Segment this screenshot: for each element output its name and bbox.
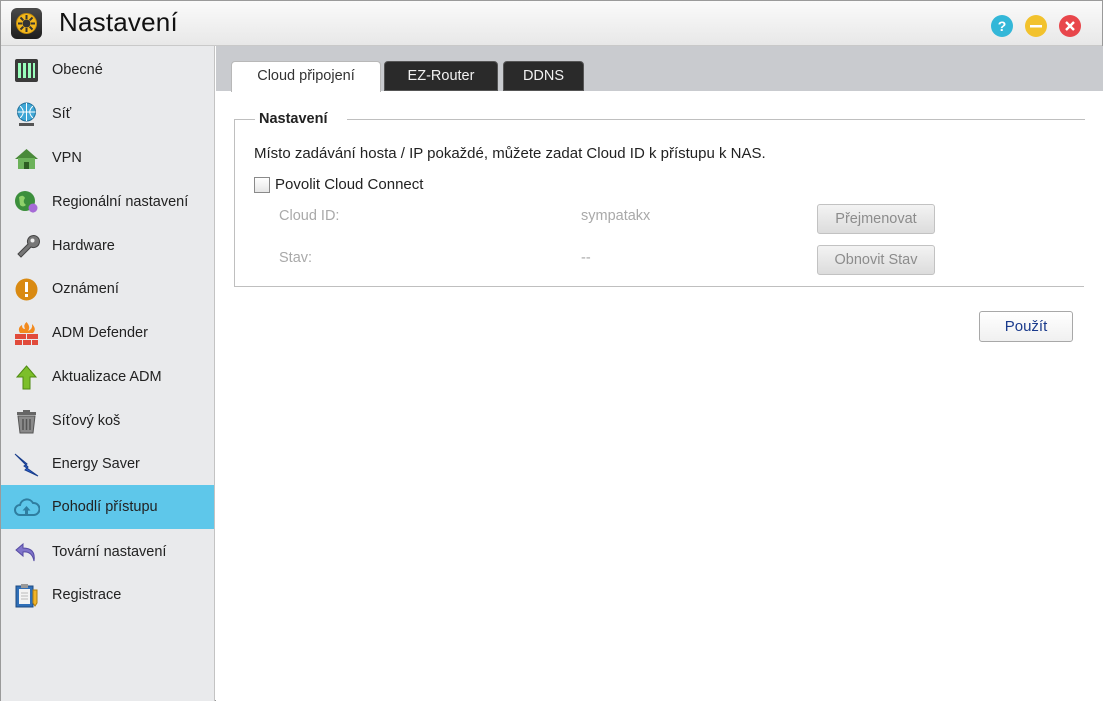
undo-arrow-icon xyxy=(13,539,40,566)
sidebar-item-label: Registrace xyxy=(52,587,122,603)
vpn-house-icon xyxy=(13,145,40,172)
sidebar-item-vpn[interactable]: VPN xyxy=(1,136,214,180)
cloud-upload-icon xyxy=(13,494,41,521)
fieldset-border xyxy=(235,119,255,120)
sidebar-item-label: Síťový koš xyxy=(52,413,121,429)
content-panel: Cloud připojení EZ-Router DDNS Nastavení… xyxy=(216,46,1103,701)
sidebar-item-label: Regionální nastavení xyxy=(52,194,189,210)
notification-exclamation-icon xyxy=(13,276,40,303)
sidebar-item-recycle-bin[interactable]: Síťový koš xyxy=(1,399,214,443)
fieldset-border xyxy=(347,119,1085,120)
settings-gear-icon xyxy=(11,8,42,39)
sidebar-item-general[interactable]: Obecné xyxy=(1,48,214,92)
update-arrow-icon xyxy=(13,364,40,391)
rename-button[interactable]: Přejmenovat xyxy=(817,204,935,234)
sidebar-item-label: Pohodlí přístupu xyxy=(52,499,158,515)
sidebar-item-label: Tovární nastavení xyxy=(52,544,167,560)
title-bar: Nastavení ? xyxy=(1,1,1102,46)
help-icon[interactable]: ? xyxy=(991,15,1013,37)
regional-globe-icon xyxy=(13,189,40,216)
sidebar-item-label: VPN xyxy=(52,150,82,166)
cloud-id-label: Cloud ID: xyxy=(279,208,340,224)
sidebar-item-notification[interactable]: Oznámení xyxy=(1,267,214,311)
firewall-icon xyxy=(13,320,40,347)
settings-window: Nastavení ? Obecné Síť VPN Regionální na… xyxy=(0,0,1103,701)
sidebar-item-access-convenience[interactable]: Pohodlí přístupu xyxy=(1,485,214,529)
recycle-bin-icon xyxy=(13,408,40,435)
sidebar-item-adm-defender[interactable]: ADM Defender xyxy=(1,311,214,355)
sidebar-item-label: Aktualizace ADM xyxy=(52,369,162,385)
sidebar-item-registration[interactable]: Registrace xyxy=(1,573,214,617)
sidebar-item-label: ADM Defender xyxy=(52,325,148,341)
clipboard-icon xyxy=(13,582,40,609)
sidebar-item-label: Obecné xyxy=(52,62,103,78)
close-icon[interactable] xyxy=(1059,15,1081,37)
apply-button[interactable]: Použít xyxy=(979,311,1073,342)
window-title: Nastavení xyxy=(59,7,178,37)
enable-cloud-connect-checkbox[interactable] xyxy=(254,177,270,193)
sidebar-item-label: Energy Saver xyxy=(52,456,140,472)
tab-strip: Cloud připojení EZ-Router DDNS xyxy=(216,46,1103,92)
tab-ez-router[interactable]: EZ-Router xyxy=(384,61,498,91)
sidebar-item-hardware[interactable]: Hardware xyxy=(1,224,214,268)
sidebar-item-regional[interactable]: Regionální nastavení xyxy=(1,180,214,224)
tab-ddns[interactable]: DDNS xyxy=(503,61,584,91)
status-value: -- xyxy=(581,250,591,266)
tab-cloud-connection[interactable]: Cloud připojení xyxy=(231,61,381,92)
sidebar-item-factory-reset[interactable]: Tovární nastavení xyxy=(1,530,214,574)
hardware-wrench-icon xyxy=(13,233,40,260)
minimize-icon[interactable] xyxy=(1025,15,1047,37)
sidebar: Obecné Síť VPN Regionální nastavení Hard… xyxy=(1,46,215,701)
fieldset-legend: Nastavení xyxy=(259,111,328,127)
sidebar-item-label: Oznámení xyxy=(52,281,119,297)
enable-cloud-connect-label[interactable]: Povolit Cloud Connect xyxy=(275,176,423,193)
description-text: Místo zadávání hosta / IP pokaždé, můžet… xyxy=(254,145,766,162)
sidebar-item-label: Síť xyxy=(52,106,72,122)
network-globe-icon xyxy=(13,101,40,128)
sidebar-item-label: Hardware xyxy=(52,238,115,254)
sidebar-item-network[interactable]: Síť xyxy=(1,92,214,136)
svg-text:?: ? xyxy=(998,18,1007,34)
cloud-id-value: sympatakx xyxy=(581,208,651,224)
energy-bolt-icon xyxy=(13,451,40,478)
refresh-status-button[interactable]: Obnovit Stav xyxy=(817,245,935,275)
sidebar-item-energy-saver[interactable]: Energy Saver xyxy=(1,442,214,486)
general-icon xyxy=(13,57,40,84)
status-label: Stav: xyxy=(279,250,313,266)
sidebar-item-adm-update[interactable]: Aktualizace ADM xyxy=(1,355,214,399)
